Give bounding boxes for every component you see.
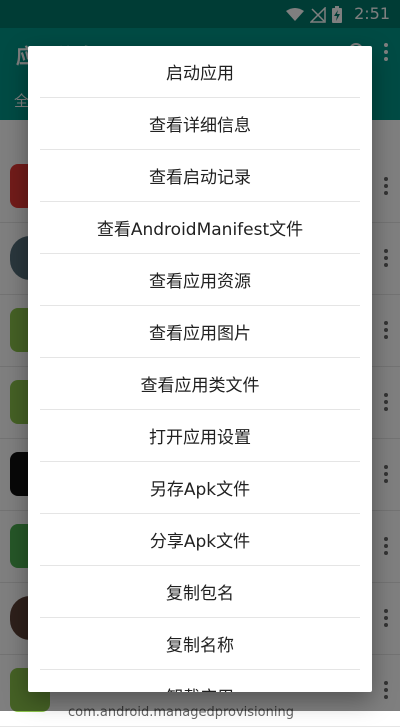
menu-item-copy-package-name[interactable]: 复制包名: [40, 566, 360, 618]
menu-item-launch-app[interactable]: 启动应用: [40, 46, 360, 98]
menu-item-view-launch-history[interactable]: 查看启动记录: [40, 150, 360, 202]
menu-item-open-app-settings[interactable]: 打开应用设置: [40, 410, 360, 462]
menu-item-view-manifest[interactable]: 查看AndroidManifest文件: [40, 202, 360, 254]
menu-item-copy-app-name[interactable]: 复制名称: [40, 618, 360, 670]
menu-item-share-apk[interactable]: 分享Apk文件: [40, 514, 360, 566]
menu-item-view-details[interactable]: 查看详细信息: [40, 98, 360, 150]
context-menu-dialog: 启动应用 查看详细信息 查看启动记录 查看AndroidManifest文件 查…: [28, 46, 372, 692]
menu-item-uninstall-app[interactable]: 卸载应用: [40, 670, 360, 692]
menu-item-view-resources[interactable]: 查看应用资源: [40, 254, 360, 306]
menu-item-view-class-files[interactable]: 查看应用类文件: [40, 358, 360, 410]
menu-item-view-images[interactable]: 查看应用图片: [40, 306, 360, 358]
menu-item-save-apk[interactable]: 另存Apk文件: [40, 462, 360, 514]
